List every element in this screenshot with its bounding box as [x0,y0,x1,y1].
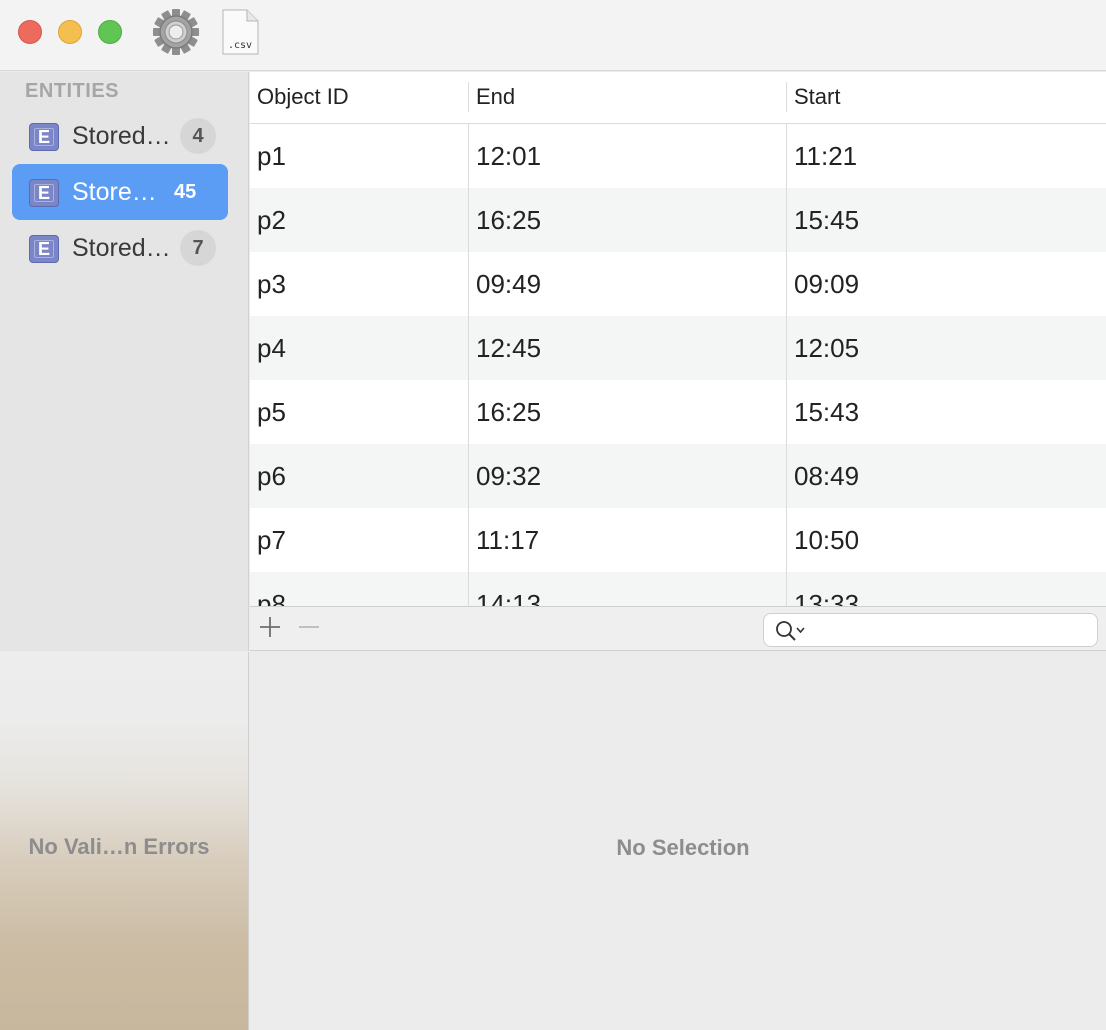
cell-end: 09:49 [476,269,542,299]
cell-object-id: p8 [257,589,286,607]
window-titlebar: .csv [0,0,1106,71]
count-badge: 45 [174,181,197,203]
column-header-end[interactable]: End [469,72,787,124]
zoom-window-button[interactable] [98,20,122,44]
column-grid-line [786,124,787,607]
cell-end: 16:25 [476,205,542,235]
cell-end: 09:32 [476,461,542,491]
sidebar-item-entity-2[interactable]: E Store… 45 [12,164,228,220]
cell-object-id: p5 [257,397,286,427]
cell-end: 11:17 [476,525,540,555]
cell-object-id: p1 [257,141,286,171]
cell-start: 08:49 [794,461,860,491]
validation-message: No Vali…n Errors [28,834,210,859]
count-badge: 7 [180,230,216,266]
table-row[interactable]: p8 14:13 13:33 [250,572,1106,607]
cell-start: 13:33 [794,589,860,607]
entity-icon: E [29,179,59,207]
records-table: Object ID End Start p1 12:01 11:21 p2 16… [250,72,1106,607]
minus-icon[interactable] [297,615,321,639]
cell-start: 09:09 [794,269,860,299]
cell-start: 11:21 [794,141,858,171]
sidebar-item-entity-1[interactable]: E Stored… 4 [12,108,228,164]
cell-end: 12:01 [476,141,542,171]
sidebar-section-title: ENTITIES [25,80,120,102]
plus-icon[interactable] [258,615,282,639]
table-row[interactable]: p2 16:25 15:45 [250,188,1106,252]
table-row[interactable]: p4 12:45 12:05 [250,316,1106,380]
cell-end: 14:13 [476,589,542,607]
minimize-window-button[interactable] [58,20,82,44]
close-window-button[interactable] [18,20,42,44]
column-header-object-id[interactable]: Object ID [250,72,468,124]
cell-end: 16:25 [476,397,542,427]
table-row[interactable]: p5 16:25 15:43 [250,380,1106,444]
cell-end: 12:45 [476,333,542,363]
count-badge: 4 [180,118,216,154]
table-row[interactable]: p1 12:01 11:21 [250,124,1106,188]
table-row[interactable]: p7 11:17 10:50 [250,508,1106,572]
cell-start: 10:50 [794,525,860,555]
cell-object-id: p4 [257,333,286,363]
sidebar-item-label: Store… [72,178,157,206]
cell-object-id: p3 [257,269,286,299]
csv-file-icon[interactable]: .csv [220,9,260,55]
column-grid-line [468,124,469,607]
cell-start: 15:43 [794,397,860,427]
no-selection-message: No Selection [616,835,750,860]
search-icon[interactable] [774,619,810,643]
column-header-start[interactable]: Start [787,72,1106,124]
table-body: p1 12:01 11:21 p2 16:25 15:45 p3 09:49 0… [250,124,1106,607]
cell-object-id: p7 [257,525,286,555]
sidebar-item-label: Stored… [72,122,171,150]
detail-panel: No Selection [250,652,1106,1030]
search-input[interactable] [812,618,1087,642]
cell-start: 15:45 [794,205,860,235]
gear-icon[interactable] [150,8,202,56]
search-field[interactable] [763,613,1098,647]
entity-icon: E [29,123,59,151]
cell-object-id: p2 [257,205,286,235]
sidebar-item-entity-3[interactable]: E Stored… 7 [12,220,228,276]
csv-file-label: .csv [227,40,253,51]
entity-icon: E [29,235,59,263]
sidebar-item-label: Stored… [72,234,171,262]
validation-panel: No Vali…n Errors [0,652,249,1030]
table-header: Object ID End Start [250,72,1106,124]
cell-object-id: p6 [257,461,286,491]
table-row[interactable]: p6 09:32 08:49 [250,444,1106,508]
cell-start: 12:05 [794,333,860,363]
table-row[interactable]: p3 09:49 09:09 [250,252,1106,316]
entities-sidebar: ENTITIES E Stored… 4 E Store… 45 E Store… [0,72,249,651]
table-toolbar [250,606,1106,651]
